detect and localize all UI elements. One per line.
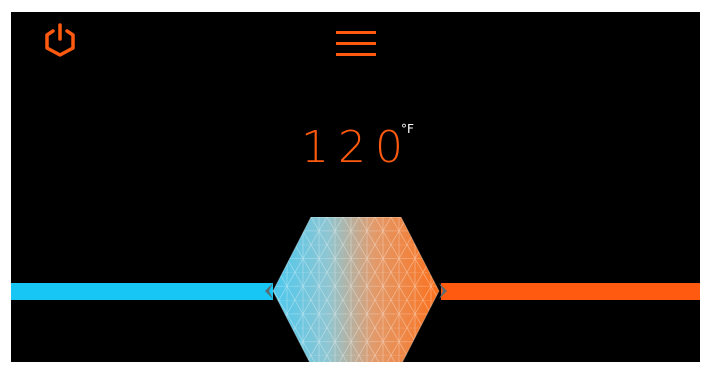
cool-track[interactable]: [11, 283, 273, 300]
temperature-readout: 120 °F: [301, 118, 431, 178]
hexagon-knob[interactable]: [263, 217, 449, 362]
hamburger-menu-icon: [336, 53, 376, 56]
temperature-value: 120: [301, 122, 412, 173]
power-icon: [45, 23, 75, 57]
menu-button[interactable]: [334, 26, 378, 60]
hamburger-menu-icon: [336, 42, 376, 45]
thermostat-screen: 120 °F: [11, 12, 700, 362]
left-arrow-icon: [265, 283, 273, 299]
temperature-unit: °F: [401, 122, 414, 136]
temperature-slider[interactable]: [11, 217, 700, 362]
heat-track[interactable]: [441, 283, 700, 300]
hamburger-menu-icon: [336, 31, 376, 34]
power-button[interactable]: [43, 22, 77, 58]
right-arrow-icon: [439, 283, 447, 299]
